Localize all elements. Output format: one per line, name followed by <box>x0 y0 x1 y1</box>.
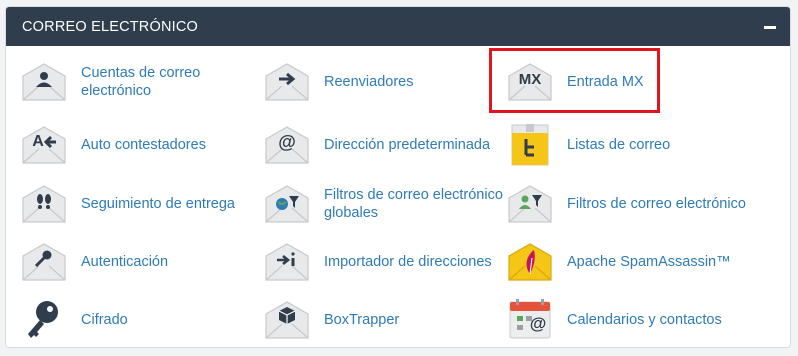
user-filter-envelope-icon <box>506 182 554 226</box>
item-calendars-contacts[interactable]: @ Calendarios y contactos <box>506 298 722 342</box>
item-delivery-tracking[interactable]: Seguimiento de entrega <box>20 182 235 226</box>
item-spamassassin[interactable]: Apache SpamAssassin™ <box>506 240 731 284</box>
at-glyph: @ <box>278 132 296 152</box>
item-authentication[interactable]: Autenticación <box>20 240 168 284</box>
at-envelope-icon: @ <box>263 123 311 167</box>
arrow-right-envelope-icon <box>263 60 311 104</box>
item-boxtrapper[interactable]: BoxTrapper <box>263 298 399 342</box>
item-label: Cuentas de correo electrónico <box>81 65 201 99</box>
mailing-list-icon <box>506 123 554 167</box>
item-label: Listas de correo <box>567 137 671 153</box>
item-email-accounts[interactable]: Cuentas de correo electrónico <box>20 60 231 104</box>
globe-filter-envelope-icon <box>263 182 311 226</box>
mx-entry-highlight <box>489 48 660 113</box>
section-title: CORREO ELECTRÓNICO <box>22 18 199 35</box>
user-envelope-icon <box>20 60 68 104</box>
item-email-filters[interactable]: Filtros de correo electrónico <box>506 182 746 226</box>
key-icon <box>20 298 68 342</box>
footprints-envelope-icon <box>20 182 68 226</box>
item-autoresponders[interactable]: A Auto contestadores <box>20 123 206 167</box>
item-mailing-lists[interactable]: Listas de correo <box>506 123 670 167</box>
item-forwarders[interactable]: Reenviadores <box>263 60 413 104</box>
section-header[interactable]: CORREO ELECTRÓNICO <box>6 7 790 46</box>
feather-envelope-icon <box>506 240 554 284</box>
item-label: Seguimiento de entrega <box>81 196 235 212</box>
item-label: Reenviadores <box>324 74 414 90</box>
box-envelope-icon <box>263 298 311 342</box>
item-label: Cifrado <box>81 312 128 328</box>
import-envelope-icon <box>263 240 311 284</box>
key-envelope-icon <box>20 240 68 284</box>
item-global-email-filters[interactable]: Filtros de correo electrónico globales <box>263 182 509 226</box>
item-label: Filtros de correo electrónico <box>567 196 746 212</box>
email-section-panel: CORREO ELECTRÓNICO Cuentas de correo ele… <box>5 6 791 348</box>
item-default-address[interactable]: @ Dirección predeterminada <box>263 123 490 167</box>
item-label: Dirección predeterminada <box>324 137 491 153</box>
auto-reply-envelope-icon: A <box>20 123 68 167</box>
item-label: Apache SpamAssassin™ <box>567 254 731 270</box>
calendar-contacts-icon: @ <box>506 298 554 342</box>
calendar-at-glyph: @ <box>529 314 547 333</box>
item-label: Calendarios y contactos <box>567 312 722 328</box>
item-label: BoxTrapper <box>324 312 400 328</box>
item-address-importer[interactable]: Importador de direcciones <box>263 240 492 284</box>
item-label: Autenticación <box>81 254 169 270</box>
item-label: Importador de direcciones <box>324 254 492 270</box>
auto-reply-glyph: A <box>32 133 44 150</box>
item-label: Auto contestadores <box>81 137 206 153</box>
item-label: Filtros de correo electrónico globales <box>324 187 503 221</box>
minus-icon[interactable] <box>764 26 776 29</box>
item-encryption[interactable]: Cifrado <box>20 298 128 342</box>
